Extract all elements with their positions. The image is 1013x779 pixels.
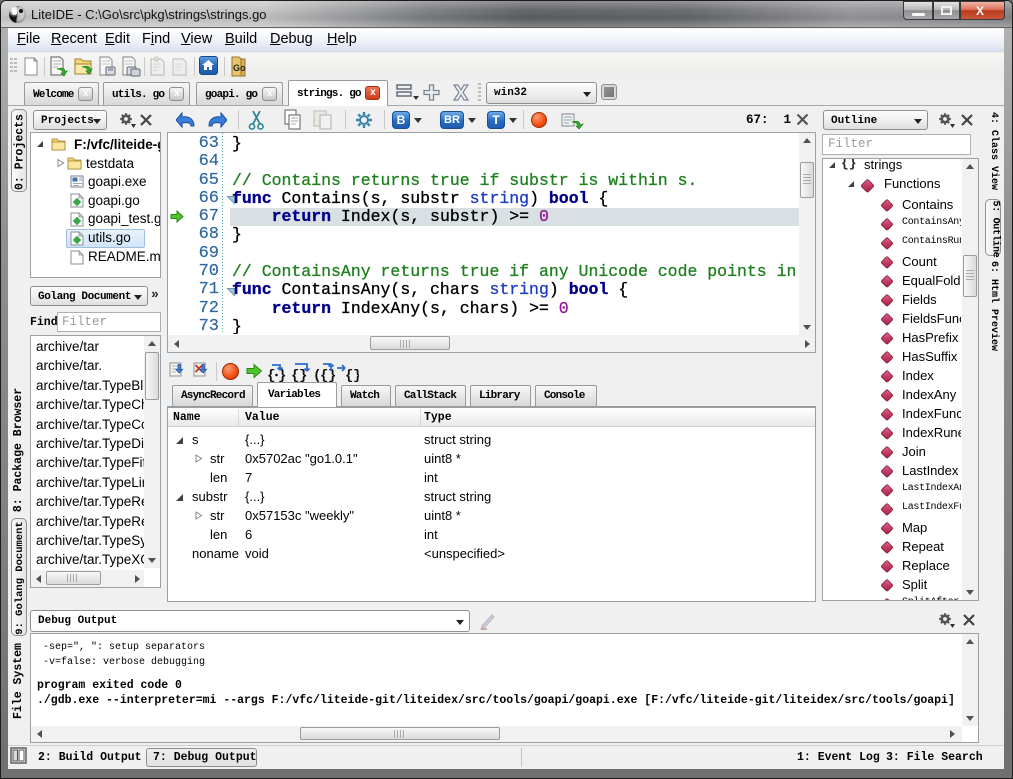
svg-text:}: } — [328, 368, 336, 383]
svg-text:}: } — [353, 368, 359, 383]
svg-text:Go: Go — [233, 63, 246, 73]
svg-text:{: { — [267, 368, 275, 383]
